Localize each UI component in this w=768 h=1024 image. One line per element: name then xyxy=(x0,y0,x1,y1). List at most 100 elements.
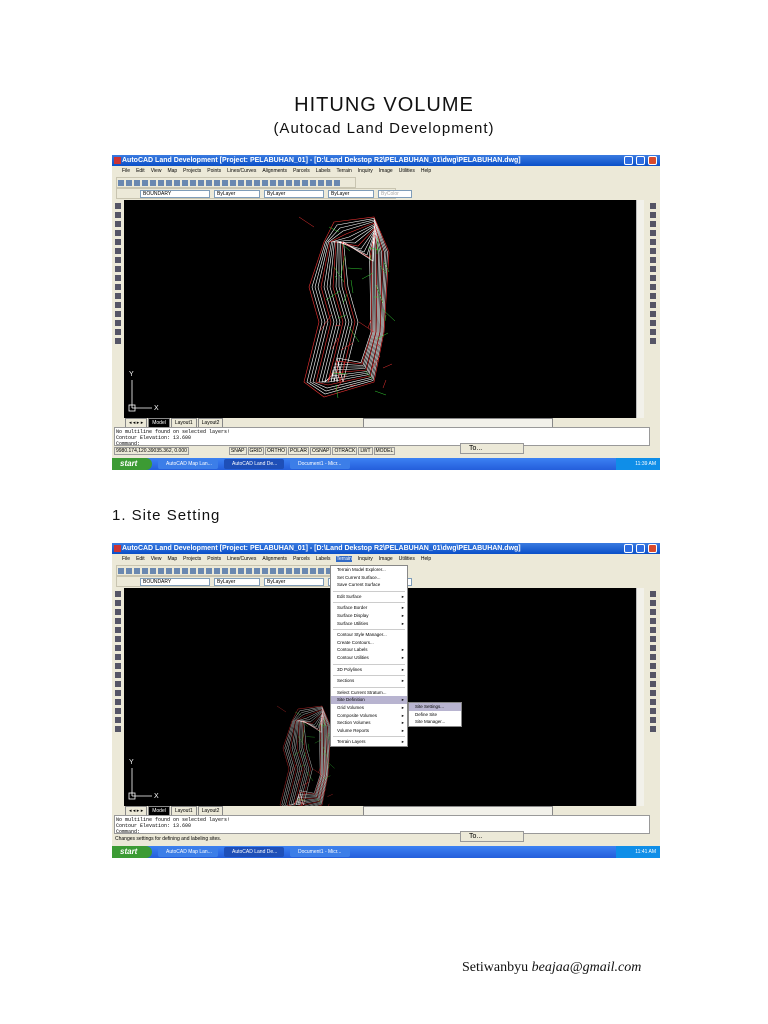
modify-tool-icon[interactable] xyxy=(650,672,656,678)
menu-item[interactable]: Composite Volumes ▸ xyxy=(331,712,407,720)
toolbar-icon[interactable] xyxy=(326,180,332,186)
status-grid-button[interactable]: GRID xyxy=(247,447,265,455)
vertical-scrollbar[interactable] xyxy=(636,588,644,806)
draw-tool-icon[interactable] xyxy=(115,627,121,633)
toolbar-icon[interactable] xyxy=(190,180,196,186)
color-select[interactable]: ByLayer xyxy=(214,190,260,198)
status-model-button[interactable]: MODEL xyxy=(373,447,396,455)
draw-tool-icon[interactable] xyxy=(115,230,121,236)
toolbar-icon[interactable] xyxy=(318,568,324,574)
menu-labels[interactable]: Labels xyxy=(316,556,331,562)
draw-tool-icon[interactable] xyxy=(115,302,121,308)
modify-tool-icon[interactable] xyxy=(650,591,656,597)
command-window[interactable]: No multiline found on selected layers! Co… xyxy=(114,815,650,835)
toolbar-icon[interactable] xyxy=(278,180,284,186)
toolbar-icon[interactable] xyxy=(166,180,172,186)
toolbar-icon[interactable] xyxy=(270,180,276,186)
toolbar-icon[interactable] xyxy=(278,568,284,574)
taskbar-item[interactable]: Document1 - Micr... xyxy=(290,847,350,857)
modify-tool-icon[interactable] xyxy=(650,329,656,335)
toolbar-icon[interactable] xyxy=(214,568,220,574)
menu-linescurves[interactable]: Lines/Curves xyxy=(227,168,256,174)
modify-tool-icon[interactable] xyxy=(650,212,656,218)
menu-alignments[interactable]: Alignments xyxy=(262,168,287,174)
menu-item[interactable]: Surface Display ▸ xyxy=(331,612,407,620)
toolbar-icon[interactable] xyxy=(158,180,164,186)
menu-image[interactable]: Image xyxy=(379,168,393,174)
modify-tool-icon[interactable] xyxy=(650,699,656,705)
draw-tool-icon[interactable] xyxy=(115,609,121,615)
taskbar-item[interactable]: AutoCAD Map Lan... xyxy=(158,459,218,469)
menu-view[interactable]: View xyxy=(151,556,162,562)
toolbar-icon[interactable] xyxy=(310,180,316,186)
toolbar-icon[interactable] xyxy=(222,180,228,186)
toolbar-icon[interactable] xyxy=(318,180,324,186)
toolbar-icon[interactable] xyxy=(270,568,276,574)
draw-tool-icon[interactable] xyxy=(115,636,121,642)
draw-tool-icon[interactable] xyxy=(115,284,121,290)
toolbar-icon[interactable] xyxy=(158,568,164,574)
toolbar-icon[interactable] xyxy=(222,568,228,574)
menu-help[interactable]: Help xyxy=(421,168,431,174)
taskbar-item[interactable]: AutoCAD Land De... xyxy=(224,847,284,857)
toolbar-icon[interactable] xyxy=(246,568,252,574)
maximize-button[interactable] xyxy=(636,544,645,553)
status-otrack-button[interactable]: OTRACK xyxy=(332,447,358,455)
modify-tool-icon[interactable] xyxy=(650,690,656,696)
menu-terrain[interactable]: Terrain xyxy=(336,168,351,174)
toolbar-icon[interactable] xyxy=(174,568,180,574)
taskbar-item[interactable]: Document1 - Micr... xyxy=(290,459,350,469)
toolbar-icon[interactable] xyxy=(142,180,148,186)
menu-map[interactable]: Map xyxy=(167,556,177,562)
lineweight-select[interactable]: ByLayer xyxy=(328,190,374,198)
toolbar-icon[interactable] xyxy=(262,568,268,574)
modify-tool-icon[interactable] xyxy=(650,293,656,299)
taskbar-item[interactable]: AutoCAD Map Lan... xyxy=(158,847,218,857)
draw-tool-icon[interactable] xyxy=(115,645,121,651)
maximize-button[interactable] xyxy=(636,156,645,165)
modify-tool-icon[interactable] xyxy=(650,663,656,669)
draw-tool-icon[interactable] xyxy=(115,203,121,209)
menu-item[interactable]: Grid Volumes ▸ xyxy=(331,704,407,712)
draw-tool-icon[interactable] xyxy=(115,591,121,597)
status-ortho-button[interactable]: ORTHO xyxy=(265,447,287,455)
toolbar-icon[interactable] xyxy=(206,568,212,574)
toolbar-icon[interactable] xyxy=(254,180,260,186)
draw-tool-icon[interactable] xyxy=(115,672,121,678)
menu-inquiry[interactable]: Inquiry xyxy=(358,168,373,174)
menu-item[interactable]: Create Contours... xyxy=(331,639,407,647)
draw-tool-icon[interactable] xyxy=(115,726,121,732)
menu-item[interactable]: Set Current Surface... xyxy=(331,574,407,582)
menu-item[interactable]: Save Current Surface xyxy=(331,581,407,589)
modify-tool-icon[interactable] xyxy=(650,717,656,723)
toolbar-icon[interactable] xyxy=(134,568,140,574)
layer-select[interactable]: BOUNDARY xyxy=(140,578,210,586)
toolbar-icon[interactable] xyxy=(150,568,156,574)
toolbar-icon[interactable] xyxy=(190,568,196,574)
linetype-select[interactable]: ByLayer xyxy=(264,578,324,586)
menu-points[interactable]: Points xyxy=(207,556,221,562)
vertical-scrollbar[interactable] xyxy=(636,200,644,418)
menu-edit[interactable]: Edit xyxy=(136,556,145,562)
modify-tool-icon[interactable] xyxy=(650,320,656,326)
draw-tool-icon[interactable] xyxy=(115,293,121,299)
status-snap-button[interactable]: SNAP xyxy=(228,447,247,455)
toolbar-icon[interactable] xyxy=(246,180,252,186)
menu-item[interactable]: 3D Polylines ▸ xyxy=(331,666,407,674)
toolbar-icon[interactable] xyxy=(182,180,188,186)
menu-item[interactable]: Contour Style Manager... xyxy=(331,631,407,639)
menu-file[interactable]: File xyxy=(122,168,130,174)
start-button[interactable]: start xyxy=(112,846,152,858)
menu-item[interactable]: Volume Reports ▸ xyxy=(331,727,407,735)
menu-help[interactable]: Help xyxy=(421,556,431,562)
toolbar-icon[interactable] xyxy=(254,568,260,574)
toolbar-icon[interactable] xyxy=(150,180,156,186)
menu-item[interactable]: Select Current Stratum... xyxy=(331,689,407,697)
status-polar-button[interactable]: POLAR xyxy=(288,447,309,455)
draw-tool-icon[interactable] xyxy=(115,311,121,317)
menu-inquiry[interactable]: Inquiry xyxy=(358,556,373,562)
draw-tool-icon[interactable] xyxy=(115,600,121,606)
menu-item[interactable]: Contour Utilities ▸ xyxy=(331,654,407,662)
modify-tool-icon[interactable] xyxy=(650,338,656,344)
start-button[interactable]: start xyxy=(112,458,152,470)
